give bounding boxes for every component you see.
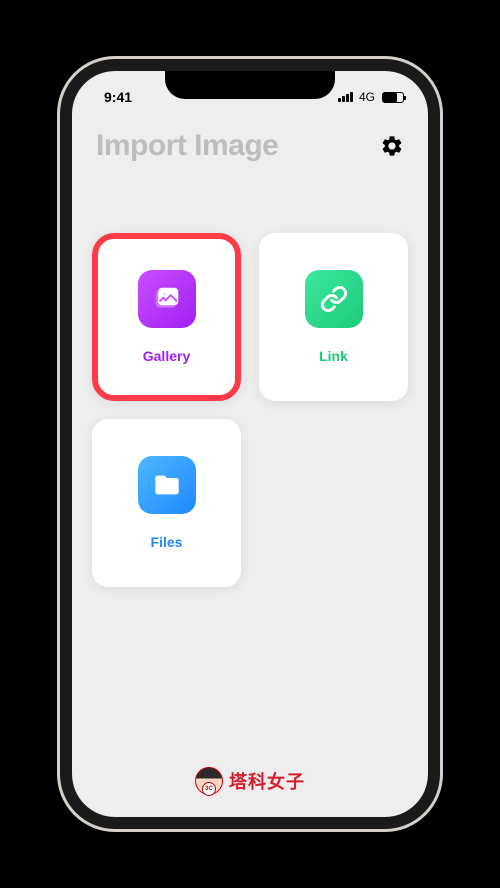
avatar-icon — [195, 767, 223, 795]
files-icon — [138, 456, 196, 514]
footer-logo: 塔科女子 — [195, 767, 305, 795]
gallery-label: Gallery — [143, 348, 190, 364]
files-label: Files — [151, 534, 183, 550]
logo-text: 塔科女子 — [229, 768, 305, 794]
phone-frame: 9:41 4G Import Image — [60, 59, 440, 829]
notch — [165, 71, 335, 99]
status-time: 9:41 — [104, 89, 132, 105]
link-icon — [305, 270, 363, 328]
signal-icon — [338, 92, 353, 102]
gallery-icon — [138, 270, 196, 328]
header: Import Image — [72, 111, 428, 173]
network-label: 4G — [359, 90, 375, 104]
screen: 9:41 4G Import Image — [72, 71, 428, 817]
settings-button[interactable] — [380, 134, 404, 158]
import-options: Gallery Link Files — [72, 173, 428, 587]
files-card[interactable]: Files — [92, 419, 241, 587]
page-title: Import Image — [96, 129, 278, 163]
status-icons: 4G — [338, 90, 404, 104]
link-label: Link — [319, 348, 348, 364]
battery-icon — [382, 92, 404, 103]
link-card[interactable]: Link — [259, 233, 408, 401]
gallery-card[interactable]: Gallery — [92, 233, 241, 401]
